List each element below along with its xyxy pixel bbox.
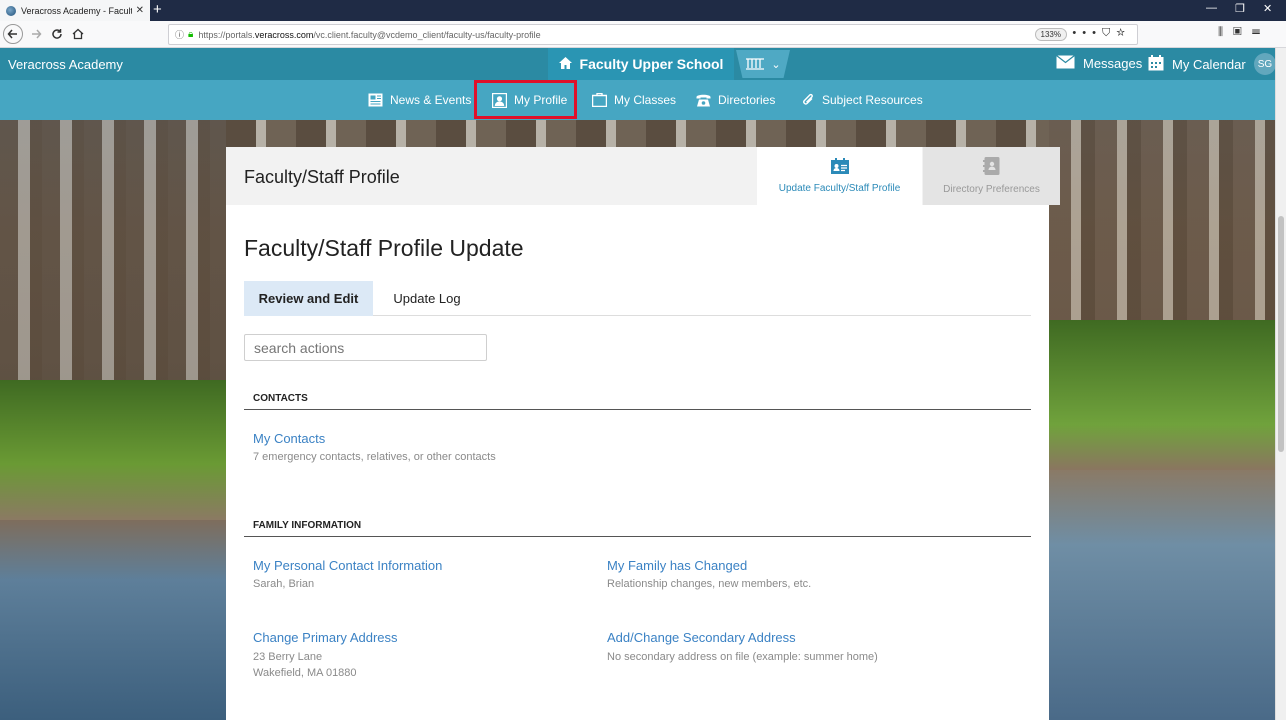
campus-pool-right — [1049, 470, 1275, 720]
nav-my-classes[interactable]: My Classes — [592, 80, 676, 120]
my-contacts-link[interactable]: My Contacts — [253, 431, 325, 446]
close-tab-icon[interactable]: ✕ — [136, 5, 144, 16]
nav-directories-label: Directories — [718, 93, 776, 107]
forward-arrow-icon[interactable] — [26, 24, 46, 44]
campus-lawn-right — [1049, 320, 1275, 470]
browser-nav-bar: ⓘ 🔒︎ https://portals.veracross.com/vc.cl… — [0, 21, 1286, 48]
my-profile-highlight-box — [474, 80, 577, 119]
nav-news-events-label: News & Events — [390, 93, 472, 107]
calendar-label: My Calendar — [1172, 57, 1246, 72]
nav-directories[interactable]: Directories — [696, 80, 775, 120]
tab-directory-preferences[interactable]: Directory Preferences — [923, 147, 1060, 205]
primary-address-line2: Wakefield, MA 01880 — [253, 667, 357, 679]
campus-building-center — [226, 120, 1049, 147]
contacts-section-heading: CONTACTS — [244, 393, 1031, 410]
chevron-down-icon: ⌄ — [771, 58, 781, 71]
page-scrollbar[interactable] — [1275, 48, 1286, 720]
nav-subject-resources-label: Subject Resources — [822, 93, 923, 107]
tab-review-and-edit[interactable]: Review and Edit — [244, 281, 373, 316]
browser-tab[interactable]: Veracross Academy - Faculty U ✕ — [0, 0, 150, 21]
messages-button[interactable]: Messages — [1056, 55, 1142, 72]
tab-update-profile-label: Update Faculty/Staff Profile — [778, 183, 901, 194]
browser-tab-title: Veracross Academy - Faculty U — [21, 5, 132, 16]
personal-contact-info-link[interactable]: My Personal Contact Information — [253, 558, 442, 573]
brand-name[interactable]: Veracross Academy — [8, 57, 123, 72]
columns-logo-icon — [745, 56, 765, 73]
primary-address-line1: 23 Berry Lane — [253, 651, 323, 663]
address-bar[interactable]: ⓘ 🔒︎ https://portals.veracross.com/vc.cl… — [168, 24, 1138, 45]
url-text: https://portals.veracross.com/vc.client.… — [198, 29, 541, 40]
window-close-icon[interactable]: ✕ — [1263, 2, 1272, 15]
campus-building-right — [1049, 120, 1275, 320]
portal-switcher-dropdown[interactable]: ⌄ — [736, 50, 790, 78]
messages-label: Messages — [1083, 56, 1143, 71]
info-icon[interactable]: ⓘ — [175, 28, 184, 41]
site-favicon-icon — [6, 5, 16, 16]
change-primary-address-link[interactable]: Change Primary Address — [253, 630, 398, 645]
campus-pool-left — [0, 520, 226, 720]
secondary-address-link[interactable]: Add/Change Secondary Address — [607, 630, 796, 645]
page-actions-icon[interactable]: •••⛉☆ — [1072, 27, 1131, 40]
paperclip-icon — [801, 93, 815, 107]
phone-icon — [696, 93, 711, 107]
new-tab-button[interactable]: + — [153, 1, 162, 19]
nav-subject-resources[interactable]: Subject Resources — [801, 80, 923, 120]
home-icon — [558, 56, 572, 72]
main-navigation: News & Events My Profile My Classes Dire… — [0, 80, 1275, 120]
tab-directory-preferences-label: Directory Preferences — [943, 184, 1040, 195]
reload-icon[interactable] — [47, 24, 67, 44]
tab-update-profile[interactable]: Update Faculty/Staff Profile — [757, 147, 922, 205]
search-actions-input[interactable] — [244, 334, 487, 361]
user-avatar[interactable]: SG — [1254, 53, 1276, 75]
app-header: Veracross Academy Faculty Upper School ⌄… — [0, 48, 1276, 80]
home-icon[interactable] — [68, 24, 88, 44]
school-name: Faculty Upper School — [579, 56, 724, 72]
family-section-heading: FAMILY INFORMATION — [244, 520, 1031, 537]
campus-building-left — [0, 120, 226, 380]
newspaper-icon — [368, 93, 383, 107]
campus-lawn-left — [0, 380, 226, 520]
address-book-icon — [983, 157, 1000, 178]
scrollbar-thumb[interactable] — [1278, 216, 1284, 452]
profile-panel-header: Faculty/Staff Profile Update Faculty/Sta… — [226, 147, 1060, 205]
library-sidebar-menu-icons[interactable]: ⫼▣☰ — [1218, 26, 1270, 39]
family-changed-link[interactable]: My Family has Changed — [607, 558, 747, 573]
lock-icon: 🔒︎ — [188, 29, 194, 40]
my-contacts-description: 7 emergency contacts, relatives, or othe… — [253, 451, 496, 463]
calendar-icon — [1148, 55, 1164, 74]
maximize-icon[interactable]: ❐ — [1235, 2, 1245, 15]
minimize-icon[interactable]: — — [1206, 2, 1217, 14]
school-portal-button[interactable]: Faculty Upper School — [548, 48, 734, 80]
profile-content: Faculty/Staff Profile Update Review and … — [226, 205, 1049, 720]
browser-tab-bar: Veracross Academy - Faculty U ✕ + — ❐ ✕ — [0, 0, 1286, 21]
family-changed-description: Relationship changes, new members, etc. — [607, 578, 812, 590]
secondary-address-description: No secondary address on file (example: s… — [607, 651, 878, 663]
envelope-icon — [1056, 55, 1075, 72]
panel-title: Faculty/Staff Profile — [244, 167, 400, 187]
classes-icon — [592, 93, 607, 107]
back-arrow-icon[interactable] — [3, 24, 23, 44]
nav-news-events[interactable]: News & Events — [368, 80, 471, 120]
id-card-icon — [830, 158, 849, 177]
content-tabs: Review and Edit Update Log — [244, 281, 1031, 316]
personal-contact-info-description: Sarah, Brian — [253, 578, 315, 590]
tab-update-log[interactable]: Update Log — [373, 281, 481, 316]
zoom-level-badge[interactable]: 133% — [1034, 28, 1067, 41]
nav-my-classes-label: My Classes — [614, 93, 677, 107]
calendar-button[interactable]: My Calendar — [1148, 55, 1246, 74]
page-title: Faculty/Staff Profile Update — [244, 235, 524, 261]
